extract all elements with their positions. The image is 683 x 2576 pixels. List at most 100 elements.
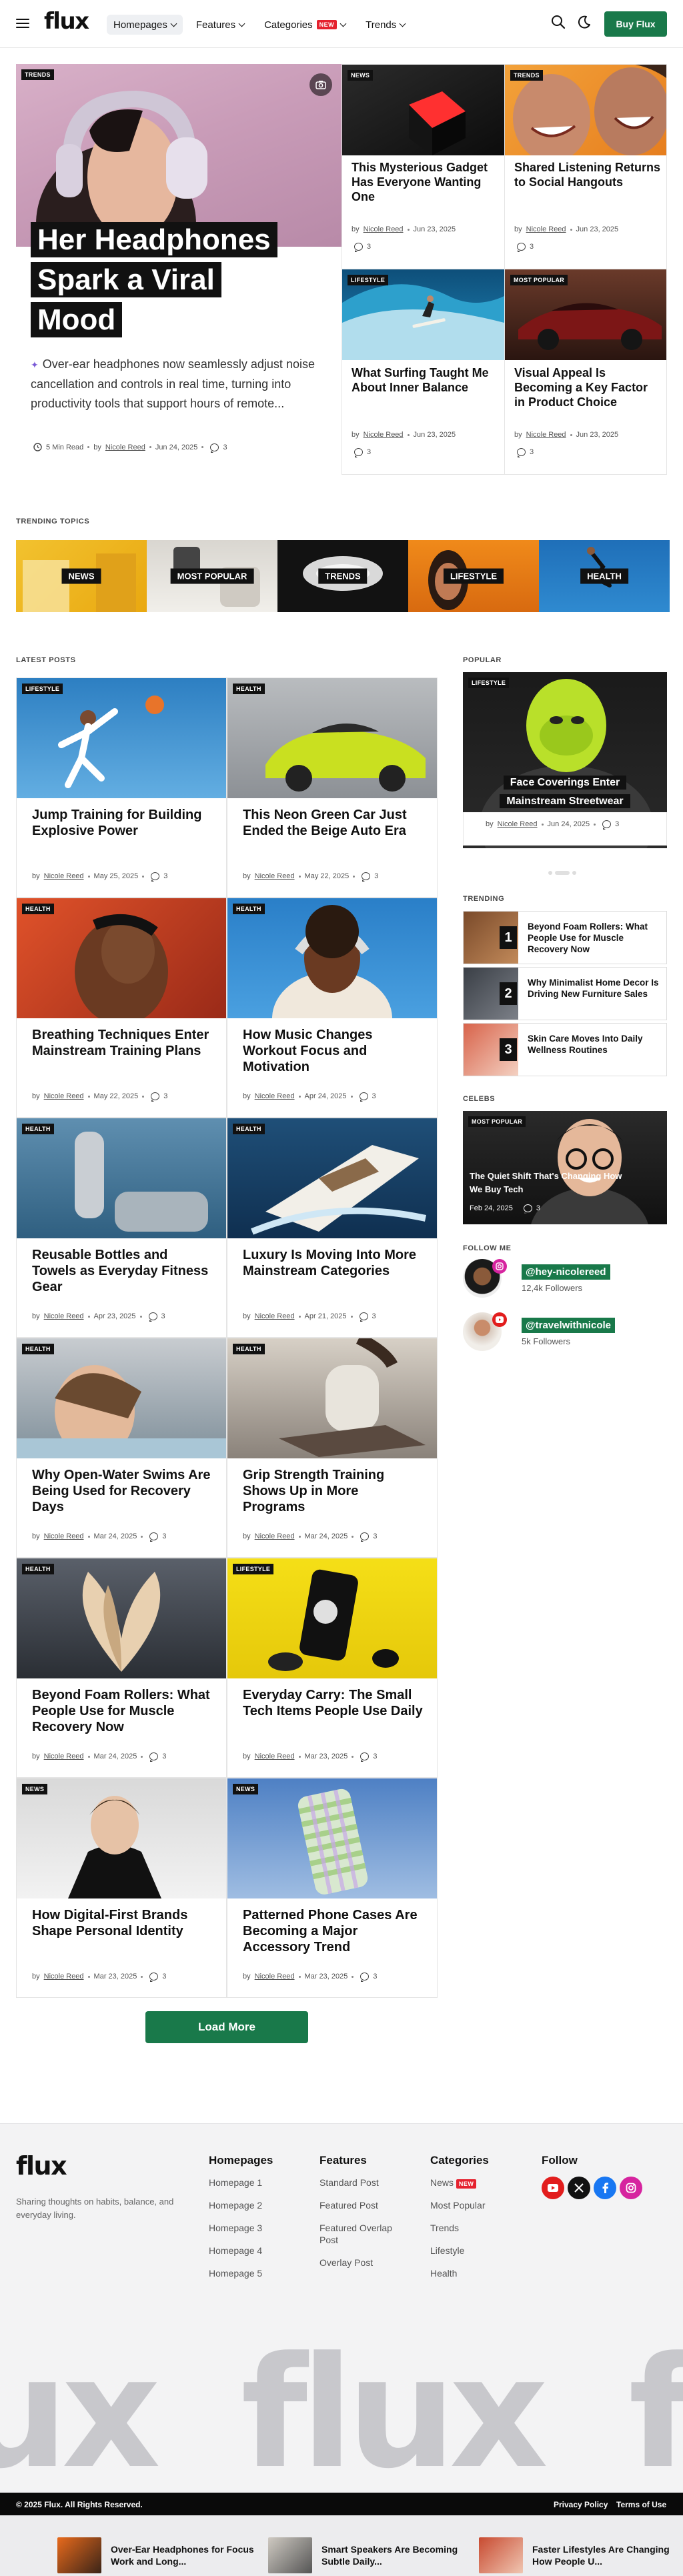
card-title[interactable]: This Mysterious Gadget Has Everyone Want… <box>352 160 498 204</box>
category-tag[interactable]: TRENDS <box>510 70 543 81</box>
comment-count[interactable]: 3 <box>374 872 378 880</box>
category-tag[interactable]: LIFESTYLE <box>468 678 510 688</box>
comment-count[interactable]: 3 <box>162 1752 166 1760</box>
carousel-dot[interactable] <box>548 871 552 875</box>
post-title[interactable]: Beyond Foam Rollers: What People Use for… <box>32 1687 213 1735</box>
facebook-icon[interactable] <box>594 2177 616 2199</box>
category-tag[interactable]: HEALTH <box>22 1344 54 1354</box>
post-image[interactable]: HEALTH <box>17 1558 226 1678</box>
youtube-icon[interactable] <box>542 2177 564 2199</box>
card-comments[interactable]: 3 <box>514 243 534 252</box>
category-tag[interactable]: MOST POPULAR <box>510 275 568 285</box>
author-link[interactable]: Nicole Reed <box>255 1973 295 1981</box>
nav-categories[interactable]: Categories NEW <box>257 15 352 35</box>
comment-count[interactable]: 3 <box>373 1752 377 1760</box>
card-title[interactable]: Visual Appeal Is Becoming a Key Factor i… <box>514 365 661 409</box>
follow-youtube[interactable]: @travelwithnicole 5k Followers <box>463 1312 667 1354</box>
dark-mode-icon[interactable] <box>576 15 591 29</box>
topic-lifestyle[interactable]: LIFESTYLE <box>408 540 539 612</box>
post-title[interactable]: Grip Strength Training Shows Up in More … <box>243 1467 424 1515</box>
card-comments[interactable]: 3 <box>352 448 371 457</box>
author-link[interactable]: Nicole Reed <box>44 1312 84 1320</box>
footer-link[interactable]: News <box>430 2177 454 2188</box>
category-tag[interactable]: TRENDS <box>21 69 54 80</box>
gadget-image[interactable]: NEWS <box>342 65 504 155</box>
nav-homepages[interactable]: Homepages <box>107 15 183 35</box>
privacy-link[interactable]: Privacy Policy <box>554 2500 608 2509</box>
author-link[interactable]: Nicole Reed <box>255 1532 295 1540</box>
author-link[interactable]: Nicole Reed <box>255 1092 295 1100</box>
buy-button[interactable]: Buy Flux <box>604 11 667 37</box>
x-icon[interactable] <box>568 2177 590 2199</box>
trending-item[interactable]: 1 Beyond Foam Rollers: What People Use f… <box>463 911 667 964</box>
author-link[interactable]: Nicole Reed <box>44 1532 84 1540</box>
author-link[interactable]: Nicole Reed <box>105 443 145 451</box>
hero-image[interactable]: TRENDS <box>16 64 342 247</box>
post-image[interactable]: LIFESTYLE <box>17 678 226 798</box>
post-image[interactable]: HEALTH <box>17 898 226 1018</box>
post-title[interactable]: How Music Changes Workout Focus and Moti… <box>243 1027 424 1075</box>
post-title[interactable]: Why Open-Water Swims Are Being Used for … <box>32 1467 213 1515</box>
hero-title[interactable]: Her Headphones Spark a Viral Mood <box>31 220 311 340</box>
category-tag[interactable]: HEALTH <box>233 904 265 914</box>
post-title[interactable]: How Digital-First Brands Shape Personal … <box>32 1907 213 1939</box>
author-link[interactable]: Nicole Reed <box>44 1092 84 1100</box>
card-comments[interactable]: 3 <box>514 448 534 457</box>
author-link[interactable]: Nicole Reed <box>255 872 295 880</box>
comment-count[interactable]: 3 <box>223 443 227 451</box>
card-title[interactable]: Shared Listening Returns to Social Hango… <box>514 160 661 189</box>
post-image[interactable]: HEALTH <box>227 1338 437 1458</box>
related-card[interactable]: Over-Ear Headphones for Focus Work and L… <box>57 2537 264 2573</box>
footer-link[interactable]: Overlay Post <box>319 2257 373 2268</box>
footer-link[interactable]: Most Popular <box>430 2200 485 2211</box>
comment-count[interactable]: 3 <box>162 1973 166 1981</box>
comment-count[interactable]: 3 <box>536 1204 540 1212</box>
follow-handle[interactable]: @hey-nicolereed <box>522 1264 610 1280</box>
trending-item[interactable]: 3 Skin Care Moves Into Daily Wellness Ro… <box>463 1023 667 1076</box>
category-tag[interactable]: LIFESTYLE <box>233 1564 274 1574</box>
menu-icon[interactable] <box>16 19 29 28</box>
related-card[interactable]: Smart Speakers Are Becoming Subtle Daily… <box>268 2537 475 2573</box>
laughing-women-image[interactable]: TRENDS <box>505 65 666 155</box>
footer-link[interactable]: Standard Post <box>319 2177 379 2188</box>
carousel-dot-active[interactable] <box>555 871 570 875</box>
related-card[interactable]: Faster Lifestyles Are Changing How Peopl… <box>479 2537 683 2573</box>
author-link[interactable]: Nicole Reed <box>44 1752 84 1760</box>
post-image[interactable]: LIFESTYLE <box>227 1558 437 1678</box>
footer-link[interactable]: Homepage 3 <box>209 2223 262 2233</box>
author-link[interactable]: Nicole Reed <box>44 1973 84 1981</box>
author-link[interactable]: Nicole Reed <box>255 1752 295 1760</box>
footer-link[interactable]: Homepage 4 <box>209 2245 262 2256</box>
footer-link[interactable]: Health <box>430 2268 457 2279</box>
load-more-button[interactable]: Load More <box>145 2011 308 2043</box>
comment-count[interactable]: 3 <box>161 1312 165 1320</box>
terms-link[interactable]: Terms of Use <box>616 2500 666 2509</box>
comment-count[interactable]: 3 <box>163 1092 167 1100</box>
post-title[interactable]: Everyday Carry: The Small Tech Items Peo… <box>243 1687 424 1719</box>
surfing-image[interactable]: LIFESTYLE <box>342 269 504 360</box>
footer-link[interactable]: Homepage 2 <box>209 2200 262 2211</box>
follow-instagram[interactable]: @hey-nicolereed 12,4k Followers <box>463 1259 667 1300</box>
post-title[interactable]: Patterned Phone Cases Are Becoming a Maj… <box>243 1907 424 1955</box>
category-tag[interactable]: HEALTH <box>22 904 54 914</box>
post-title[interactable]: Reusable Bottles and Towels as Everyday … <box>32 1247 213 1295</box>
author-link[interactable]: Nicole Reed <box>526 431 566 439</box>
card-title[interactable]: What Surfing Taught Me About Inner Balan… <box>352 365 498 395</box>
post-title[interactable]: Jump Training for Building Explosive Pow… <box>32 807 213 839</box>
footer-link[interactable]: Homepage 5 <box>209 2268 262 2279</box>
nav-features[interactable]: Features <box>189 15 251 35</box>
post-image[interactable]: NEWS <box>17 1778 226 1898</box>
post-title[interactable]: This Neon Green Car Just Ended the Beige… <box>243 807 424 839</box>
footer-link[interactable]: Featured Overlap Post <box>319 2223 392 2245</box>
follow-handle[interactable]: @travelwithnicole <box>522 1318 615 1333</box>
card-comments[interactable]: 3 <box>352 243 371 252</box>
category-tag[interactable]: HEALTH <box>22 1564 54 1574</box>
author-link[interactable]: Nicole Reed <box>526 225 566 233</box>
category-tag[interactable]: NEWS <box>348 70 374 81</box>
post-image[interactable]: NEWS <box>227 1778 437 1898</box>
author-link[interactable]: Nicole Reed <box>255 1312 295 1320</box>
site-logo[interactable]: flux <box>44 8 89 35</box>
category-tag[interactable]: HEALTH <box>233 1344 265 1354</box>
trending-item[interactable]: 2 Why Minimalist Home Decor Is Driving N… <box>463 967 667 1020</box>
carousel-dot[interactable] <box>572 871 576 875</box>
